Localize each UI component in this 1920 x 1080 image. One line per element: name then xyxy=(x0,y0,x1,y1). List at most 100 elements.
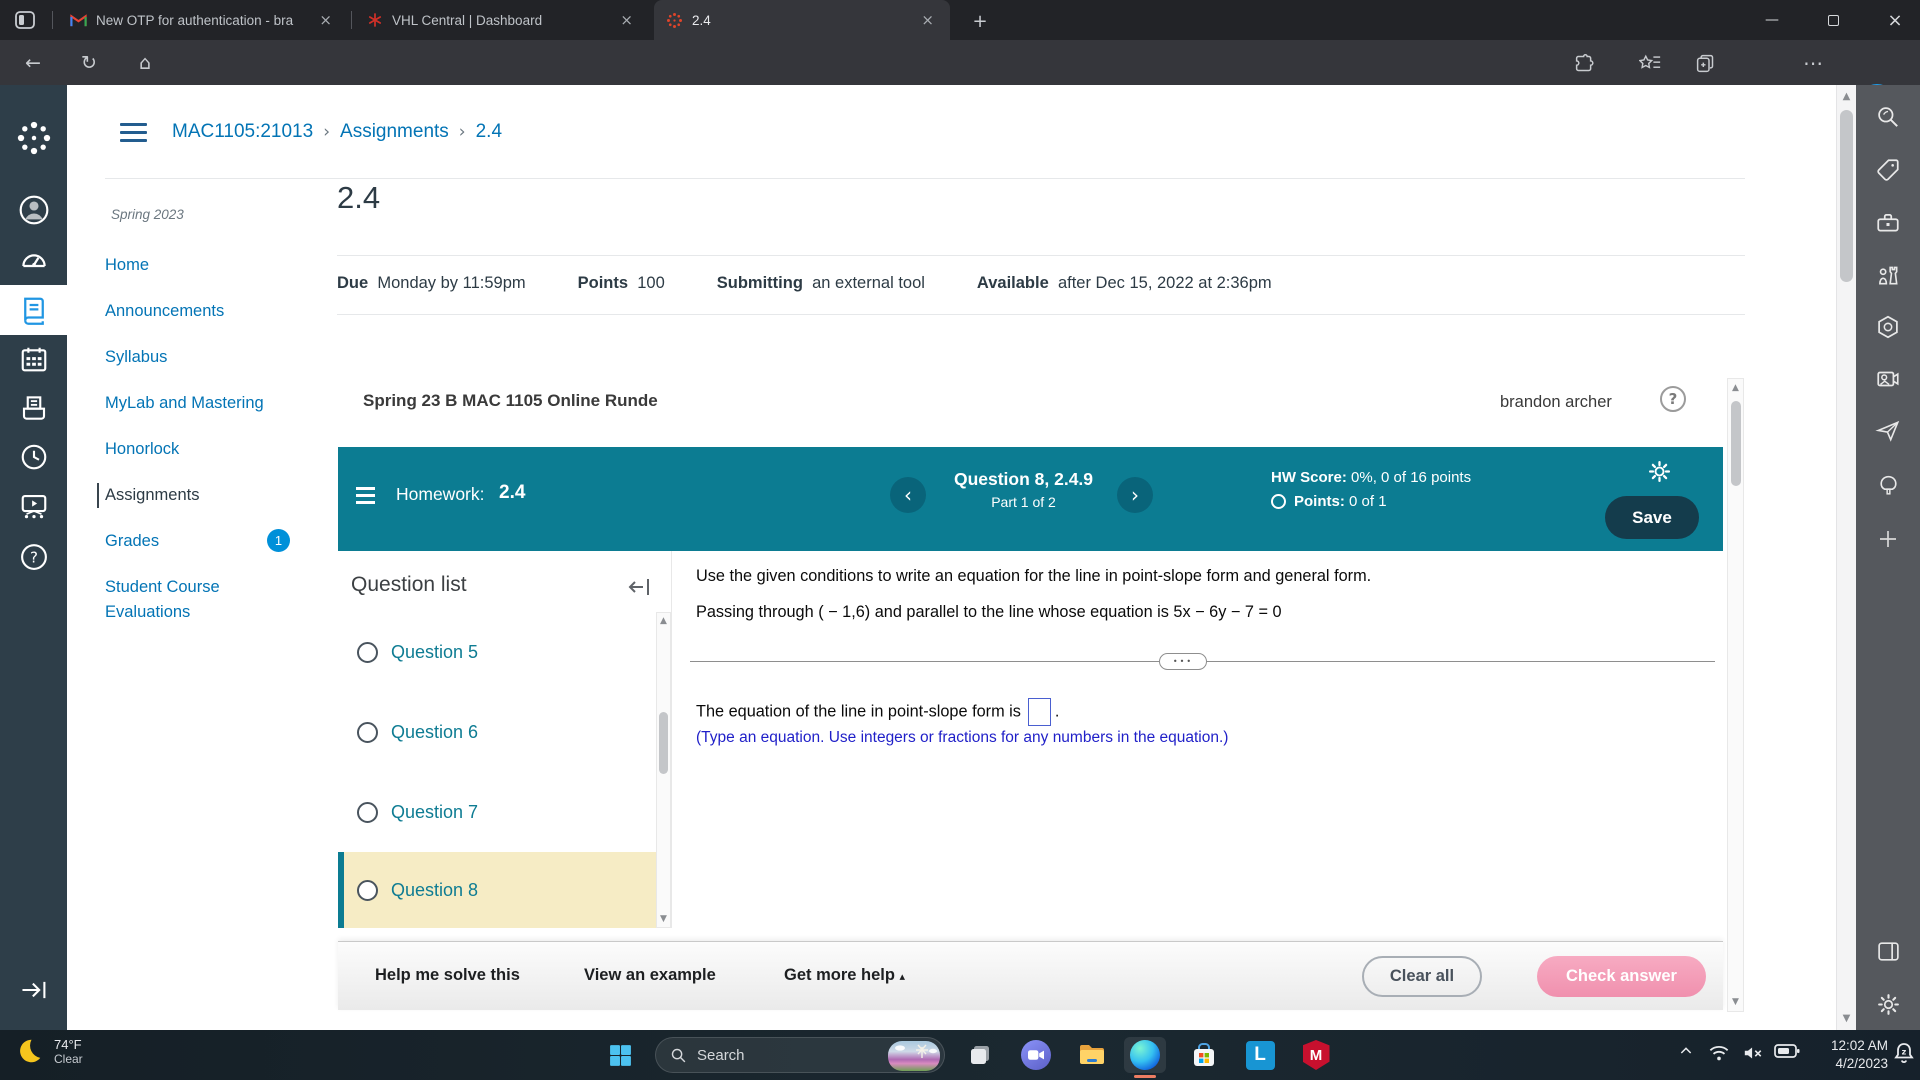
tab-close-icon[interactable]: × xyxy=(614,9,639,31)
sidebar-search-icon[interactable] xyxy=(1856,96,1920,138)
scroll-down-icon[interactable]: ▼ xyxy=(657,914,670,924)
sidebar-item-courses[interactable] xyxy=(0,285,67,335)
course-nav-announcements[interactable]: Announcements xyxy=(105,299,285,324)
previous-question-button[interactable]: ‹ xyxy=(890,477,926,513)
view-example-button[interactable]: View an example xyxy=(584,966,716,985)
scroll-up-icon[interactable]: ▲ xyxy=(657,613,670,626)
sidebar-item-account[interactable] xyxy=(0,185,67,235)
scroll-up-icon[interactable]: ▲ xyxy=(1728,379,1743,393)
question-list-item[interactable]: Question 6 xyxy=(338,692,656,772)
page-scrollbar[interactable]: ▲ ▼ xyxy=(1836,85,1856,1030)
scroll-down-icon[interactable]: ▼ xyxy=(1837,1013,1856,1024)
question-list-item[interactable]: Question 5 xyxy=(338,612,656,692)
scrollbar-thumb[interactable] xyxy=(659,712,668,774)
course-nav-grades[interactable]: Grades 1 xyxy=(105,529,290,554)
mylab-scrollbar[interactable]: ▲ ▼ xyxy=(1727,378,1744,1012)
sidebar-item-history[interactable] xyxy=(0,432,67,482)
window-minimize-button[interactable]: — xyxy=(1749,0,1795,40)
mylab-menu-icon[interactable] xyxy=(356,487,375,504)
sidebar-panel-icon[interactable] xyxy=(1856,930,1920,972)
tab-vhl[interactable]: VHL Central | Dashboard × xyxy=(355,0,649,40)
edge-browser-button[interactable] xyxy=(1124,1037,1166,1073)
sidebar-settings-gear-icon[interactable] xyxy=(1856,983,1920,1025)
clock[interactable]: 12:02 AM 4/2/2023 xyxy=(1808,1037,1888,1073)
window-maximize-button[interactable] xyxy=(1810,0,1856,40)
sidebar-tools-icon[interactable] xyxy=(1856,202,1920,244)
sidebar-camera-icon[interactable] xyxy=(1856,358,1920,400)
sidebar-item-inbox[interactable] xyxy=(0,383,67,433)
question-list-scrollbar[interactable]: ▲ ▼ xyxy=(656,612,671,928)
course-nav-assignments[interactable]: Assignments xyxy=(97,483,277,508)
question-list-item[interactable]: Question 7 xyxy=(338,772,656,852)
tray-chevron-icon[interactable] xyxy=(1678,1043,1694,1059)
question-status-radio[interactable] xyxy=(357,801,378,823)
sidebar-item-dashboard[interactable] xyxy=(0,236,67,286)
get-more-help-button[interactable]: Get more help ▴ xyxy=(784,966,905,985)
question-status-radio[interactable] xyxy=(357,721,378,743)
mylab-settings-gear-icon[interactable] xyxy=(1648,460,1671,483)
task-view-button[interactable] xyxy=(962,1037,998,1073)
sidebar-customize-plus-icon[interactable] xyxy=(1856,518,1920,560)
splitter-drag-handle[interactable]: ••• xyxy=(1159,653,1207,670)
sidebar-games-icon[interactable] xyxy=(1856,254,1920,296)
clear-all-button[interactable]: Clear all xyxy=(1362,956,1482,997)
sidebar-microsoft365-icon[interactable] xyxy=(1856,306,1920,348)
start-button[interactable] xyxy=(602,1037,638,1073)
refresh-button[interactable]: ↻ xyxy=(72,46,106,80)
mcafee-button[interactable]: M xyxy=(1298,1037,1334,1073)
course-nav-honorlock[interactable]: Honorlock xyxy=(105,437,285,462)
mylab-help-icon[interactable]: ? xyxy=(1660,386,1686,412)
weather-widget[interactable]: 74°F Clear xyxy=(14,1036,83,1066)
course-nav-syllabus[interactable]: Syllabus xyxy=(105,345,285,370)
sidebar-item-studio[interactable] xyxy=(0,481,67,531)
sidebar-shopping-tag-icon[interactable] xyxy=(1856,149,1920,191)
expand-nav-icon[interactable] xyxy=(0,965,67,1015)
course-nav-evaluations[interactable]: Student Course Evaluations xyxy=(105,575,285,625)
breadcrumb-course[interactable]: MAC1105:21013 xyxy=(172,121,313,142)
scroll-up-icon[interactable]: ▲ xyxy=(1837,85,1856,102)
extensions-icon[interactable] xyxy=(1567,46,1601,80)
taskbar-search[interactable]: Search xyxy=(655,1037,945,1073)
scrollbar-thumb[interactable] xyxy=(1840,110,1853,282)
home-button[interactable]: ⌂ xyxy=(128,46,162,80)
scrollbar-thumb[interactable] xyxy=(1731,401,1741,486)
question-list-item-active[interactable]: Question 8 xyxy=(338,852,656,928)
sidebar-item-help[interactable]: ? xyxy=(0,532,67,582)
next-question-button[interactable]: › xyxy=(1117,477,1153,513)
course-nav-home[interactable]: Home xyxy=(105,253,285,278)
back-button[interactable]: ← xyxy=(16,46,50,80)
lockdown-browser-button[interactable]: L xyxy=(1242,1037,1278,1073)
course-nav-toggle[interactable] xyxy=(120,123,147,142)
answer-input[interactable] xyxy=(1027,698,1051,726)
tab-canvas-active[interactable]: 2.4 × xyxy=(654,0,950,40)
tab-actions-menu-icon[interactable] xyxy=(14,9,36,31)
notification-bell-icon[interactable]: z xyxy=(1892,1041,1916,1067)
wifi-icon[interactable] xyxy=(1708,1043,1730,1063)
settings-more-icon[interactable]: ⋯ xyxy=(1796,46,1830,80)
favorites-bar-icon[interactable] xyxy=(1633,46,1667,80)
check-answer-button[interactable]: Check answer xyxy=(1537,956,1706,997)
file-explorer-button[interactable] xyxy=(1074,1037,1110,1073)
store-button[interactable] xyxy=(1186,1037,1222,1073)
collapse-list-icon[interactable] xyxy=(626,575,652,599)
breadcrumb-page[interactable]: 2.4 xyxy=(476,121,502,142)
chat-button[interactable] xyxy=(1018,1037,1054,1073)
breadcrumb-assignments[interactable]: Assignments xyxy=(340,121,449,142)
canvas-logo-icon[interactable] xyxy=(0,110,67,166)
window-close-button[interactable]: × xyxy=(1872,0,1918,40)
tab-gmail[interactable]: New OTP for authentication - bra × xyxy=(58,0,348,40)
sidebar-tree-icon[interactable] xyxy=(1856,464,1920,506)
save-button[interactable]: Save xyxy=(1605,496,1699,539)
question-status-radio[interactable] xyxy=(357,879,378,901)
help-me-solve-button[interactable]: Help me solve this xyxy=(375,966,520,985)
tab-close-icon[interactable]: × xyxy=(313,9,338,31)
volume-muted-icon[interactable] xyxy=(1742,1043,1764,1063)
battery-icon[interactable] xyxy=(1774,1043,1800,1059)
new-tab-button[interactable]: + xyxy=(966,8,994,34)
course-nav-mylab[interactable]: MyLab and Mastering xyxy=(105,391,285,416)
sidebar-drop-plane-icon[interactable] xyxy=(1856,410,1920,452)
question-status-radio[interactable] xyxy=(357,641,378,663)
collections-icon[interactable] xyxy=(1688,46,1722,80)
tab-close-icon[interactable]: × xyxy=(915,9,940,31)
sidebar-item-calendar[interactable] xyxy=(0,334,67,384)
